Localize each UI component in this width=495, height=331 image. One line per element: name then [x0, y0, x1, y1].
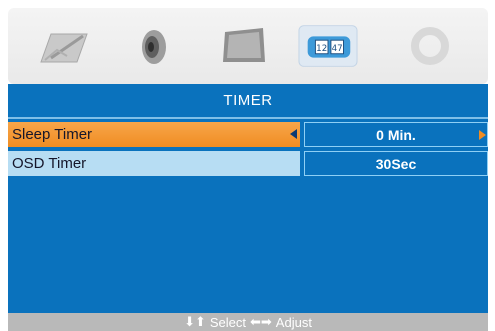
timer-menu-panel: TIMER Sleep Timer 0 Min. OSD Timer 30Sec	[8, 84, 488, 331]
sound-icon[interactable]	[122, 18, 182, 74]
left-right-arrows-icon: ⬅➡	[250, 314, 272, 329]
osd-timer-row[interactable]: OSD Timer 30Sec	[8, 151, 488, 176]
up-down-arrows-icon: ⬇⬆	[184, 314, 206, 329]
svg-text:12: 12	[316, 44, 327, 54]
osd-timer-value[interactable]: 30Sec	[304, 151, 488, 176]
setup-icon[interactable]	[400, 18, 460, 74]
sleep-timer-label: Sleep Timer	[8, 122, 300, 147]
screen-icon[interactable]	[214, 18, 274, 74]
svg-text:47: 47	[332, 44, 343, 54]
timer-icon[interactable]: 12 47	[298, 18, 358, 74]
decrease-arrow-icon[interactable]	[290, 129, 297, 139]
sleep-timer-value[interactable]: 0 Min.	[304, 122, 488, 147]
menu-icon-bar: 12 47	[8, 8, 488, 84]
select-hint: Select	[209, 314, 246, 330]
sleep-timer-row[interactable]: Sleep Timer 0 Min.	[8, 122, 488, 147]
increase-arrow-icon[interactable]	[479, 130, 486, 140]
menu-title: TIMER	[223, 91, 273, 109]
picture-icon[interactable]	[34, 18, 94, 74]
osd-timer-label: OSD Timer	[8, 151, 300, 176]
title-divider	[8, 117, 488, 119]
help-bar: ⬇⬆ Select ⬅➡ Adjust	[8, 313, 488, 331]
adjust-hint: Adjust	[275, 314, 312, 330]
